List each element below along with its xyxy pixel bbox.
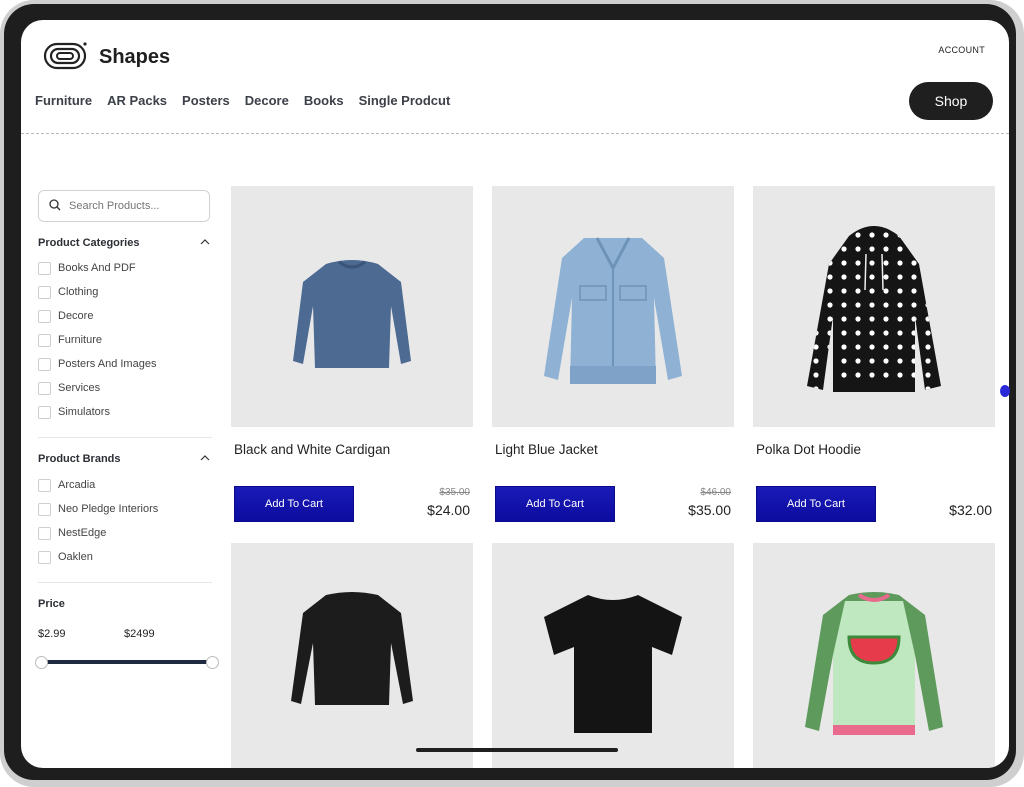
screen: Shapes ACCOUNT Furniture AR Packs Poster… — [21, 20, 1009, 768]
black-tshirt-image — [544, 595, 682, 733]
checkbox[interactable] — [38, 333, 51, 347]
category-books-and-pdf[interactable]: Books And PDF — [38, 260, 136, 276]
black-sweater-image — [291, 592, 413, 705]
product-image[interactable] — [753, 186, 995, 427]
add-to-cart-button[interactable]: Add To Cart — [234, 486, 354, 522]
side-button[interactable] — [1000, 385, 1010, 397]
tablet-bezel: Shapes ACCOUNT Furniture AR Packs Poster… — [4, 4, 1016, 780]
price-slider-track[interactable] — [40, 660, 212, 664]
product-name[interactable]: Black and White Cardigan — [234, 442, 390, 457]
category-posters-and-images[interactable]: Posters And Images — [38, 356, 156, 372]
nav-posters[interactable]: Posters — [182, 93, 230, 108]
brand-arcadia[interactable]: Arcadia — [38, 477, 95, 493]
category-decore[interactable]: Decore — [38, 308, 93, 324]
checkbox[interactable] — [38, 526, 51, 540]
chevron-up-icon[interactable] — [200, 453, 210, 463]
main-nav: Furniture AR Packs Posters Decore Books … — [35, 93, 465, 108]
sale-price: $32.00 — [949, 502, 992, 518]
brand-nestedge[interactable]: NestEdge — [38, 525, 106, 541]
category-furniture[interactable]: Furniture — [38, 332, 102, 348]
shapes-logo-icon[interactable] — [43, 40, 89, 72]
nav-ar-packs[interactable]: AR Packs — [107, 93, 167, 108]
add-to-cart-button[interactable]: Add To Cart — [756, 486, 876, 522]
search-box[interactable] — [38, 190, 210, 222]
divider — [38, 582, 212, 583]
brand-neo-pledge-interiors[interactable]: Neo Pledge Interiors — [38, 501, 158, 517]
checkbox[interactable] — [38, 502, 51, 516]
site-header: Shapes ACCOUNT Furniture AR Packs Poster… — [21, 20, 1009, 134]
hoodie-image — [807, 226, 941, 392]
price-max: $2499 — [124, 628, 155, 640]
price-slider-max-handle[interactable] — [206, 656, 219, 669]
divider — [38, 437, 212, 438]
product-image[interactable] — [492, 543, 734, 768]
brand-oaklen[interactable]: Oaklen — [38, 549, 93, 565]
category-simulators[interactable]: Simulators — [38, 404, 110, 420]
price-slider-min-handle[interactable] — [35, 656, 48, 669]
chevron-up-icon[interactable] — [200, 237, 210, 247]
checkbox[interactable] — [38, 478, 51, 492]
product-image[interactable] — [753, 543, 995, 768]
nav-single-product[interactable]: Single Prodcut — [359, 93, 451, 108]
nav-furniture[interactable]: Furniture — [35, 93, 92, 108]
watermelon-sweatshirt-image — [805, 592, 943, 735]
checkbox[interactable] — [38, 381, 51, 395]
product-image[interactable] — [231, 186, 473, 427]
checkbox[interactable] — [38, 405, 51, 419]
nav-decore[interactable]: Decore — [245, 93, 289, 108]
price-title: Price — [38, 598, 65, 610]
original-price: $35.00 — [439, 487, 470, 498]
shop-button[interactable]: Shop — [909, 82, 993, 120]
checkbox[interactable] — [38, 261, 51, 275]
add-to-cart-button[interactable]: Add To Cart — [495, 486, 615, 522]
checkbox[interactable] — [38, 285, 51, 299]
categories-title: Product Categories — [38, 237, 140, 249]
price-min: $2.99 — [38, 628, 66, 640]
sale-price: $24.00 — [427, 502, 470, 518]
product-image[interactable] — [231, 543, 473, 768]
home-indicator[interactable] — [416, 748, 618, 752]
checkbox[interactable] — [38, 309, 51, 323]
search-input[interactable] — [67, 195, 206, 217]
account-link[interactable]: ACCOUNT — [938, 45, 985, 55]
category-services[interactable]: Services — [38, 380, 100, 396]
product-image[interactable] — [492, 186, 734, 427]
checkbox[interactable] — [38, 550, 51, 564]
search-icon — [49, 199, 61, 211]
checkbox[interactable] — [38, 357, 51, 371]
jacket-image — [544, 237, 682, 384]
brands-title: Product Brands — [38, 453, 121, 465]
sale-price: $35.00 — [688, 502, 731, 518]
product-name[interactable]: Polka Dot Hoodie — [756, 442, 861, 457]
original-price: $46.00 — [700, 487, 731, 498]
product-name[interactable]: Light Blue Jacket — [495, 442, 598, 457]
category-clothing[interactable]: Clothing — [38, 284, 98, 300]
sweater-image — [293, 260, 411, 368]
nav-books[interactable]: Books — [304, 93, 344, 108]
tablet-frame: Shapes ACCOUNT Furniture AR Packs Poster… — [0, 0, 1024, 787]
brand-name[interactable]: Shapes — [99, 46, 170, 69]
